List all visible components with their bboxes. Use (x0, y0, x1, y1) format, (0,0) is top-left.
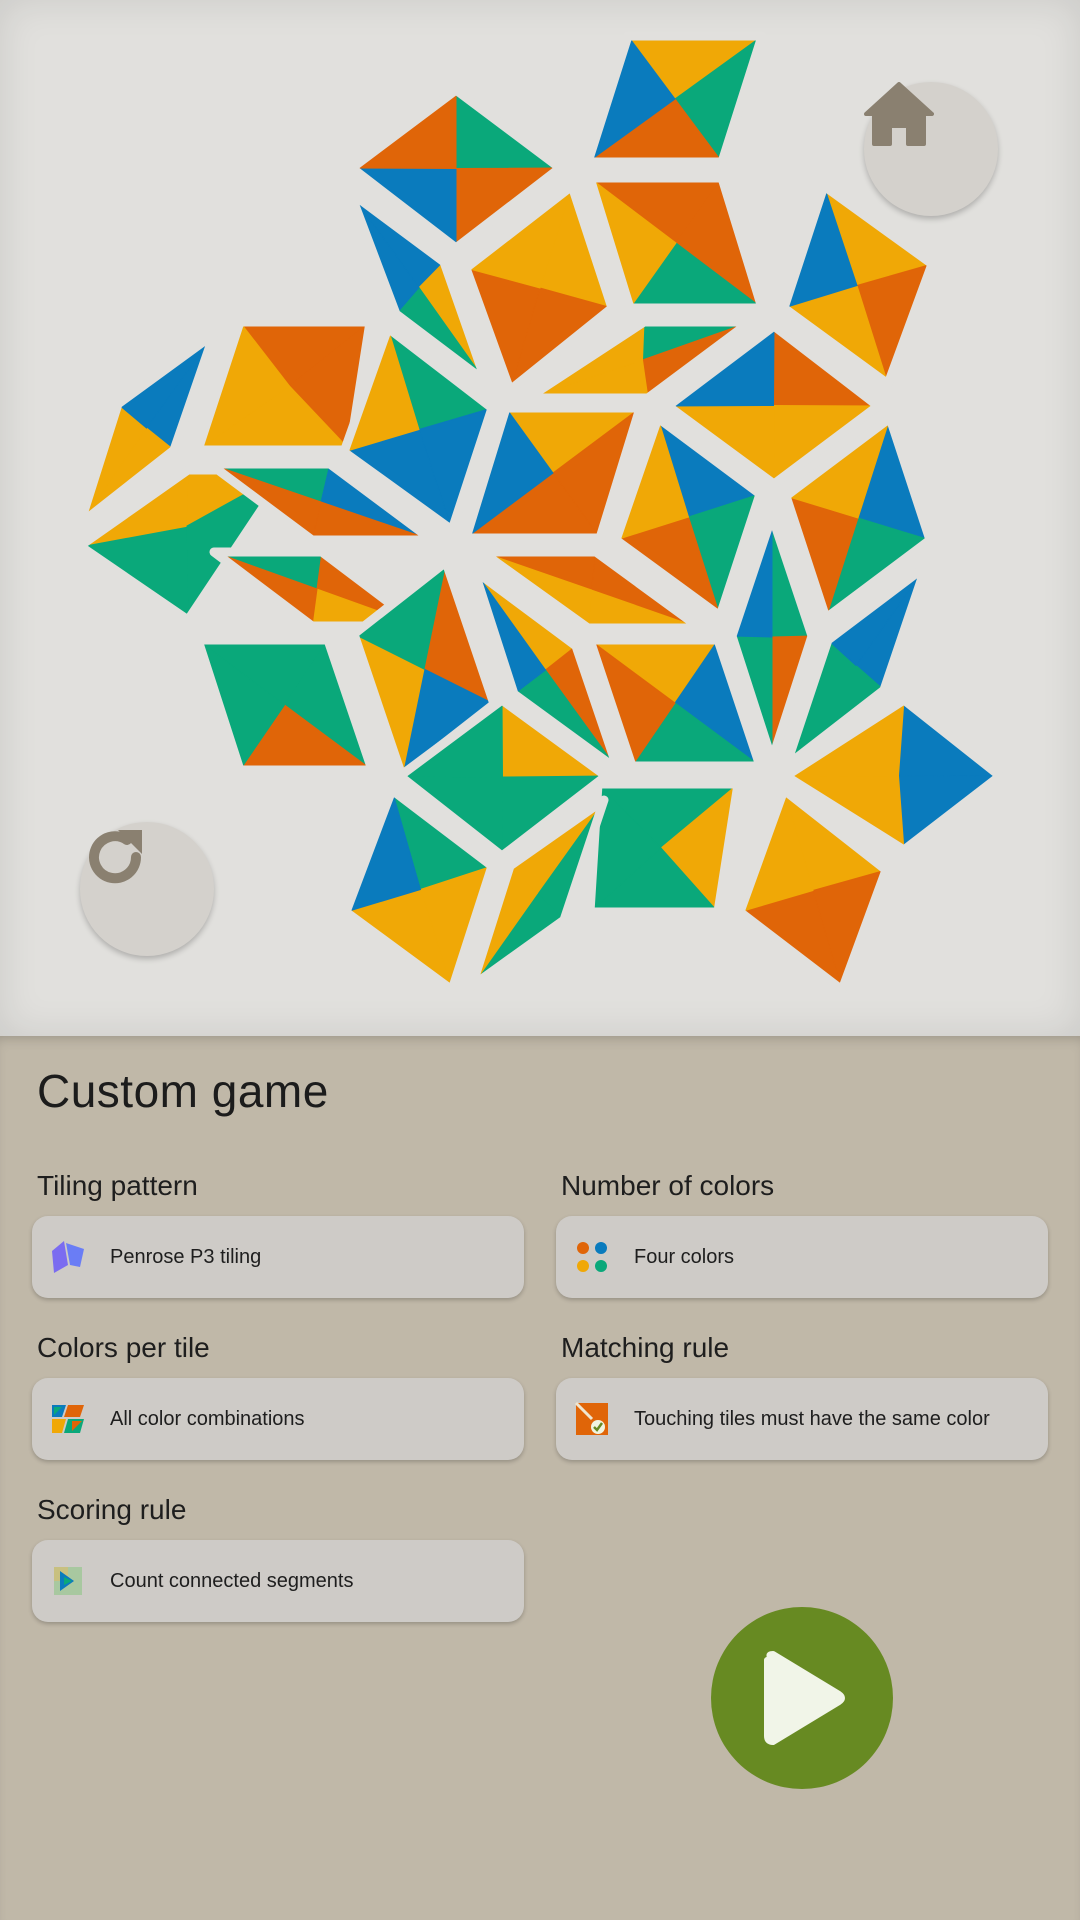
reset-icon (89, 830, 142, 884)
tile (583, 31, 767, 167)
home-icon (864, 82, 934, 146)
number-of-colors-label: Number of colors (561, 1170, 775, 1201)
tiling-pattern-value: Penrose P3 tiling (110, 1245, 262, 1268)
four-dots-icon (577, 1242, 607, 1272)
colors-per-tile-value: All color combinations (110, 1407, 305, 1430)
reset-button[interactable] (80, 822, 214, 956)
tile (585, 173, 767, 313)
matching-rule-label: Matching rule (561, 1332, 730, 1363)
tiling-pattern-select[interactable]: Penrose P3 tiling (32, 1216, 524, 1298)
color-combinations-icon (52, 1405, 84, 1433)
tile (585, 635, 765, 771)
tile (585, 779, 743, 917)
play-icon (764, 1651, 845, 1745)
scoring-rule-value: Count connected segments (110, 1569, 354, 1592)
connected-segments-icon (54, 1567, 82, 1595)
matching-rule-select[interactable]: Touching tiles must have the same color (556, 1378, 1048, 1460)
matching-rule-value: Touching tiles must have the same color (634, 1407, 990, 1430)
number-of-colors-value: Four colors (634, 1245, 735, 1268)
tile (193, 635, 377, 775)
matching-rule-icon (574, 1401, 608, 1435)
rhombus-tiling-icon (52, 1241, 84, 1273)
tile (193, 317, 375, 455)
settings-panel (0, 1036, 1080, 1920)
number-of-colors-select[interactable]: Four colors (556, 1216, 1048, 1298)
colors-per-tile-label: Colors per tile (37, 1332, 210, 1363)
tiling-pattern-label: Tiling pattern (37, 1170, 198, 1201)
scoring-rule-label: Scoring rule (37, 1494, 187, 1525)
scoring-rule-select[interactable]: Count connected segments (32, 1540, 524, 1622)
home-button[interactable] (864, 82, 998, 216)
colors-per-tile-select[interactable]: All color combinations (32, 1378, 524, 1460)
play-button[interactable] (711, 1607, 893, 1789)
tiling-preview (0, 0, 1080, 1036)
tile (461, 403, 645, 543)
panel-title: Custom game (37, 1065, 329, 1117)
